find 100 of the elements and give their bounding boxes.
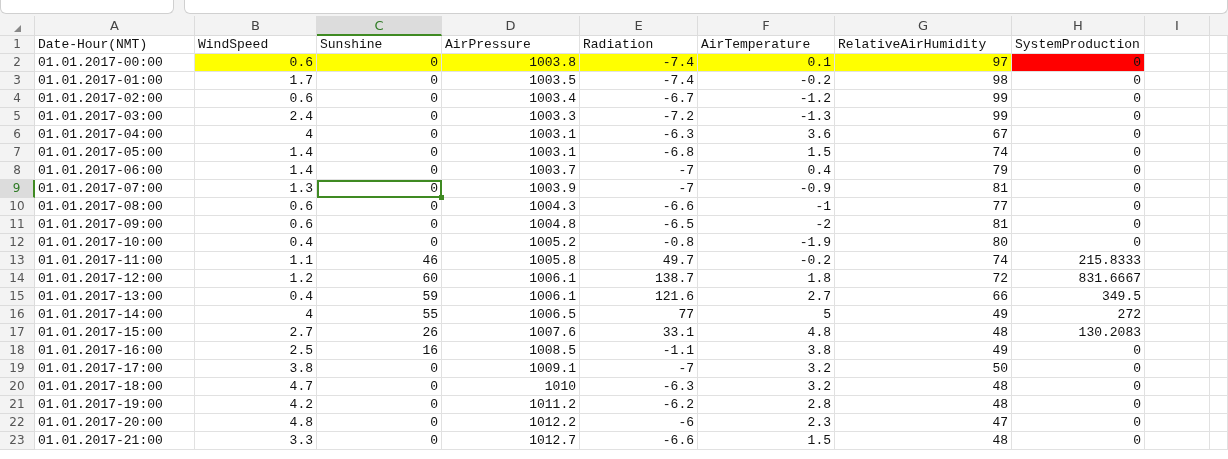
empty-cell[interactable] <box>1210 252 1228 270</box>
table-cell[interactable]: 2.5 <box>195 342 317 360</box>
table-cell[interactable]: 1.2 <box>195 270 317 288</box>
row-header[interactable]: 2 <box>0 54 35 72</box>
table-cell[interactable]: 0 <box>317 216 442 234</box>
table-cell[interactable]: 81 <box>835 216 1012 234</box>
table-cell[interactable]: 215.8333 <box>1012 252 1145 270</box>
table-cell[interactable]: 1006.1 <box>442 288 580 306</box>
table-cell[interactable]: 01.01.2017-01:00 <box>35 72 195 90</box>
table-cell[interactable]: 01.01.2017-07:00 <box>35 180 195 198</box>
table-cell[interactable]: 0 <box>1012 72 1145 90</box>
table-cell[interactable]: 1005.2 <box>442 234 580 252</box>
row-header[interactable]: 19 <box>0 360 35 378</box>
table-cell[interactable]: 0 <box>1012 126 1145 144</box>
empty-cell[interactable] <box>1210 360 1228 378</box>
column-header[interactable]: C <box>317 16 442 36</box>
table-cell[interactable]: -6.6 <box>580 198 698 216</box>
table-cell[interactable]: 0 <box>1012 396 1145 414</box>
table-cell[interactable]: 80 <box>835 234 1012 252</box>
table-cell[interactable]: 01.01.2017-12:00 <box>35 270 195 288</box>
table-cell[interactable]: 67 <box>835 126 1012 144</box>
table-cell[interactable]: -6.3 <box>580 126 698 144</box>
table-cell[interactable]: 77 <box>835 198 1012 216</box>
table-cell[interactable]: 74 <box>835 252 1012 270</box>
row-header[interactable]: 18 <box>0 342 35 360</box>
table-cell[interactable]: 1004.3 <box>442 198 580 216</box>
table-cell[interactable]: 0.1 <box>698 54 835 72</box>
table-cell[interactable]: 01.01.2017-08:00 <box>35 198 195 216</box>
empty-cell[interactable] <box>1145 396 1210 414</box>
column-header[interactable] <box>1210 16 1228 36</box>
table-cell[interactable]: -6.5 <box>580 216 698 234</box>
table-cell[interactable]: 0 <box>1012 378 1145 396</box>
table-cell[interactable]: 0 <box>1012 342 1145 360</box>
table-cell[interactable]: 1012.7 <box>442 432 580 450</box>
table-cell[interactable]: 4.8 <box>195 414 317 432</box>
table-cell[interactable]: 121.6 <box>580 288 698 306</box>
table-cell[interactable]: 1009.1 <box>442 360 580 378</box>
table-cell[interactable]: 48 <box>835 378 1012 396</box>
empty-cell[interactable] <box>1210 270 1228 288</box>
table-cell[interactable]: -7 <box>580 180 698 198</box>
table-cell[interactable]: 01.01.2017-17:00 <box>35 360 195 378</box>
table-cell[interactable]: 01.01.2017-15:00 <box>35 324 195 342</box>
empty-cell[interactable] <box>1210 342 1228 360</box>
table-cell[interactable]: 5 <box>698 306 835 324</box>
table-cell[interactable]: 0 <box>317 126 442 144</box>
table-cell[interactable]: 1010 <box>442 378 580 396</box>
empty-cell[interactable] <box>1145 306 1210 324</box>
empty-cell[interactable] <box>1210 234 1228 252</box>
table-cell[interactable]: 0 <box>317 180 442 198</box>
table-cell[interactable]: 0.4 <box>195 288 317 306</box>
row-header[interactable]: 11 <box>0 216 35 234</box>
table-cell[interactable]: 55 <box>317 306 442 324</box>
empty-cell[interactable] <box>1145 36 1210 54</box>
empty-cell[interactable] <box>1210 216 1228 234</box>
table-cell[interactable]: 1004.8 <box>442 216 580 234</box>
table-cell[interactable]: 2.8 <box>698 396 835 414</box>
column-header[interactable]: H <box>1012 16 1145 36</box>
table-cell[interactable]: 1.7 <box>195 72 317 90</box>
table-cell[interactable]: 48 <box>835 396 1012 414</box>
row-header[interactable]: 1 <box>0 36 35 54</box>
table-cell[interactable]: 1003.3 <box>442 108 580 126</box>
table-cell[interactable]: 0 <box>317 414 442 432</box>
table-cell[interactable]: 99 <box>835 108 1012 126</box>
select-all-icon[interactable] <box>13 25 21 32</box>
table-cell[interactable]: 0 <box>317 108 442 126</box>
table-cell[interactable]: 1005.8 <box>442 252 580 270</box>
table-cell[interactable]: 16 <box>317 342 442 360</box>
row-header[interactable]: 16 <box>0 306 35 324</box>
empty-cell[interactable] <box>1145 234 1210 252</box>
table-cell[interactable]: 66 <box>835 288 1012 306</box>
table-cell[interactable]: 0.6 <box>195 198 317 216</box>
row-header[interactable]: 20 <box>0 378 35 396</box>
row-header[interactable]: 22 <box>0 414 35 432</box>
name-box[interactable] <box>0 0 174 14</box>
table-cell[interactable]: 0 <box>1012 144 1145 162</box>
table-cell[interactable]: 4.8 <box>698 324 835 342</box>
row-header[interactable]: 12 <box>0 234 35 252</box>
table-cell[interactable]: -7.2 <box>580 108 698 126</box>
empty-cell[interactable] <box>1145 360 1210 378</box>
empty-cell[interactable] <box>1145 162 1210 180</box>
table-cell[interactable]: 3.2 <box>698 360 835 378</box>
table-cell[interactable]: 01.01.2017-19:00 <box>35 396 195 414</box>
empty-cell[interactable] <box>1145 414 1210 432</box>
empty-cell[interactable] <box>1145 324 1210 342</box>
table-cell[interactable]: 01.01.2017-18:00 <box>35 378 195 396</box>
table-cell[interactable]: 1.3 <box>195 180 317 198</box>
table-cell[interactable]: -6.6 <box>580 432 698 450</box>
row-header[interactable]: 6 <box>0 126 35 144</box>
table-cell[interactable]: -6.2 <box>580 396 698 414</box>
table-cell[interactable]: 0 <box>1012 234 1145 252</box>
table-cell[interactable]: 2.7 <box>195 324 317 342</box>
table-cell[interactable]: 01.01.2017-11:00 <box>35 252 195 270</box>
table-cell[interactable]: 4.7 <box>195 378 317 396</box>
table-cell[interactable]: -7 <box>580 360 698 378</box>
table-cell[interactable]: 0 <box>1012 198 1145 216</box>
table-cell[interactable]: 01.01.2017-14:00 <box>35 306 195 324</box>
empty-cell[interactable] <box>1210 54 1228 72</box>
table-cell[interactable]: 0.6 <box>195 90 317 108</box>
column-header[interactable]: A <box>35 16 195 36</box>
table-cell[interactable]: 1003.1 <box>442 126 580 144</box>
